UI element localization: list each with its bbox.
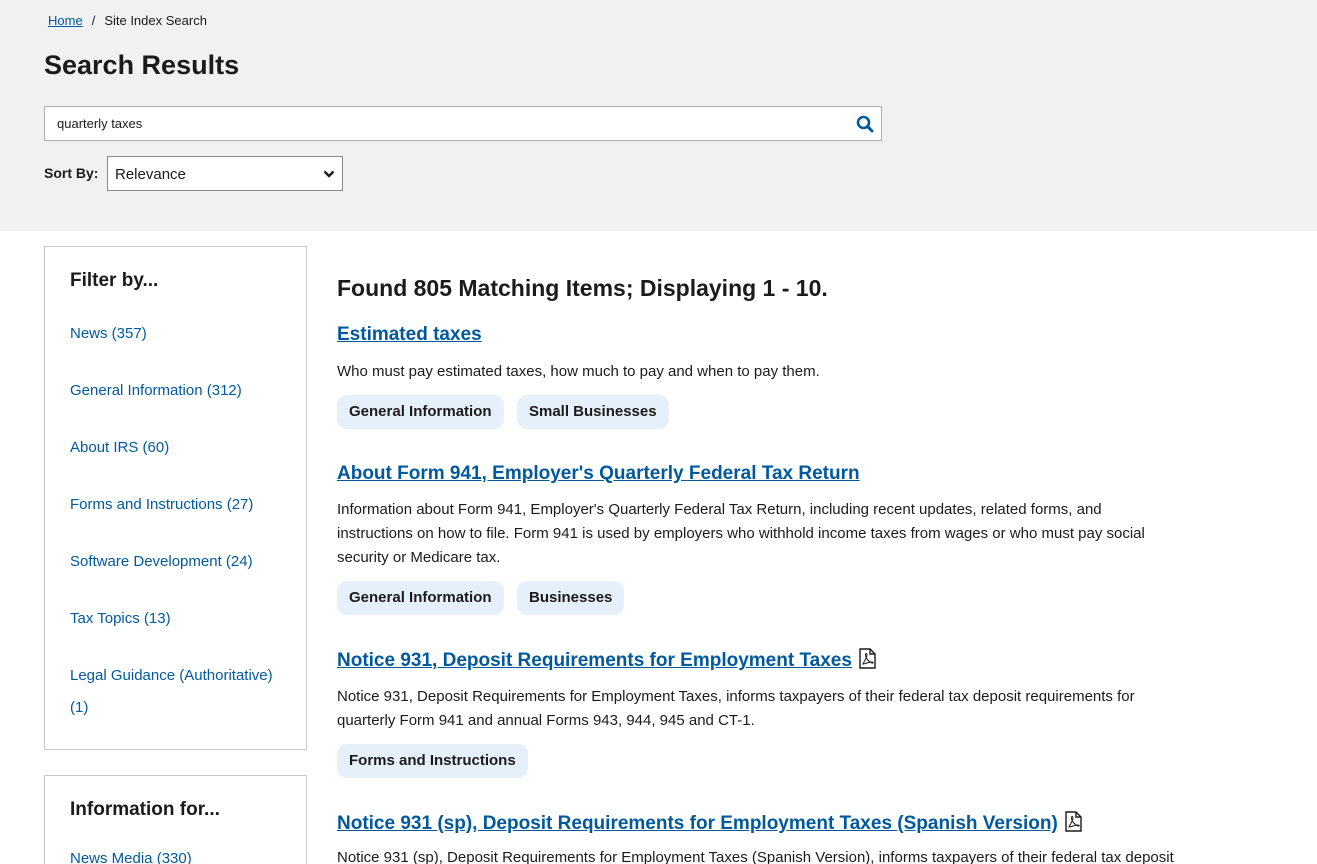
search-input[interactable] (45, 107, 845, 140)
filter-item-general-information[interactable]: General Information (312) (70, 375, 285, 407)
result-title-link[interactable]: Estimated taxes (337, 323, 482, 347)
chevron-down-icon (323, 170, 335, 178)
search-button[interactable] (855, 114, 875, 134)
filter-item-software-development[interactable]: Software Development (24) (70, 546, 285, 578)
result-tag[interactable]: Businesses (517, 581, 625, 615)
filter-panel: Filter by... News (357) General Informat… (44, 246, 307, 750)
search-box (44, 106, 882, 141)
pdf-file-icon (1065, 811, 1082, 832)
filter-item-legal-guidance[interactable]: Legal Guidance (Authoritative) (1) (70, 660, 285, 724)
result-title-link[interactable]: About Form 941, Employer's Quarterly Fed… (337, 462, 860, 486)
filter-item-about-irs[interactable]: About IRS (60) (70, 432, 285, 464)
result-title-link[interactable]: Notice 931, Deposit Requirements for Emp… (337, 650, 852, 671)
sort-label: Sort By: (44, 165, 99, 181)
filter-item-forms-and-instructions[interactable]: Forms and Instructions (27) (70, 489, 285, 521)
breadcrumb-separator: / (91, 13, 96, 28)
result-title-row: Notice 931, Deposit Requirements for Emp… (337, 648, 876, 673)
filter-item-tax-topics[interactable]: Tax Topics (13) (70, 603, 285, 635)
information-for-title: Information for... (70, 799, 220, 820)
result-description: Notice 931 (sp), Deposit Requirements fo… (337, 849, 1174, 864)
breadcrumb: Home / Site Index Search (48, 13, 207, 29)
result-description: Who must pay estimated taxes, how much t… (337, 363, 820, 380)
results-summary: Found 805 Matching Items; Displaying 1 -… (337, 275, 828, 301)
result-description: Notice 931, Deposit Requirements for Emp… (337, 688, 1135, 729)
pdf-file-icon (859, 648, 876, 669)
sort-selected-value: Relevance (115, 166, 186, 183)
information-for-panel: Information for... News Media (330) (44, 775, 307, 864)
filter-item-news[interactable]: News (357) (70, 318, 285, 350)
result-tag[interactable]: Small Businesses (517, 395, 669, 429)
result-description: Information about Form 941, Employer's Q… (337, 501, 1145, 566)
result-title-link[interactable]: Notice 931 (sp), Deposit Requirements fo… (337, 813, 1058, 834)
breadcrumb-home-link[interactable]: Home (48, 13, 83, 28)
result-tag[interactable]: General Information (337, 581, 504, 615)
breadcrumb-current: Site Index Search (104, 13, 207, 28)
result-tag[interactable]: Forms and Instructions (337, 744, 528, 778)
result-title-row: Notice 931 (sp), Deposit Requirements fo… (337, 811, 1082, 836)
info-item-news-media[interactable]: News Media (330) (70, 843, 285, 864)
page-title: Search Results (44, 50, 240, 80)
result-tag[interactable]: General Information (337, 395, 504, 429)
search-icon (856, 115, 874, 133)
filter-title: Filter by... (70, 270, 159, 291)
sort-select[interactable]: Relevance (107, 156, 343, 191)
